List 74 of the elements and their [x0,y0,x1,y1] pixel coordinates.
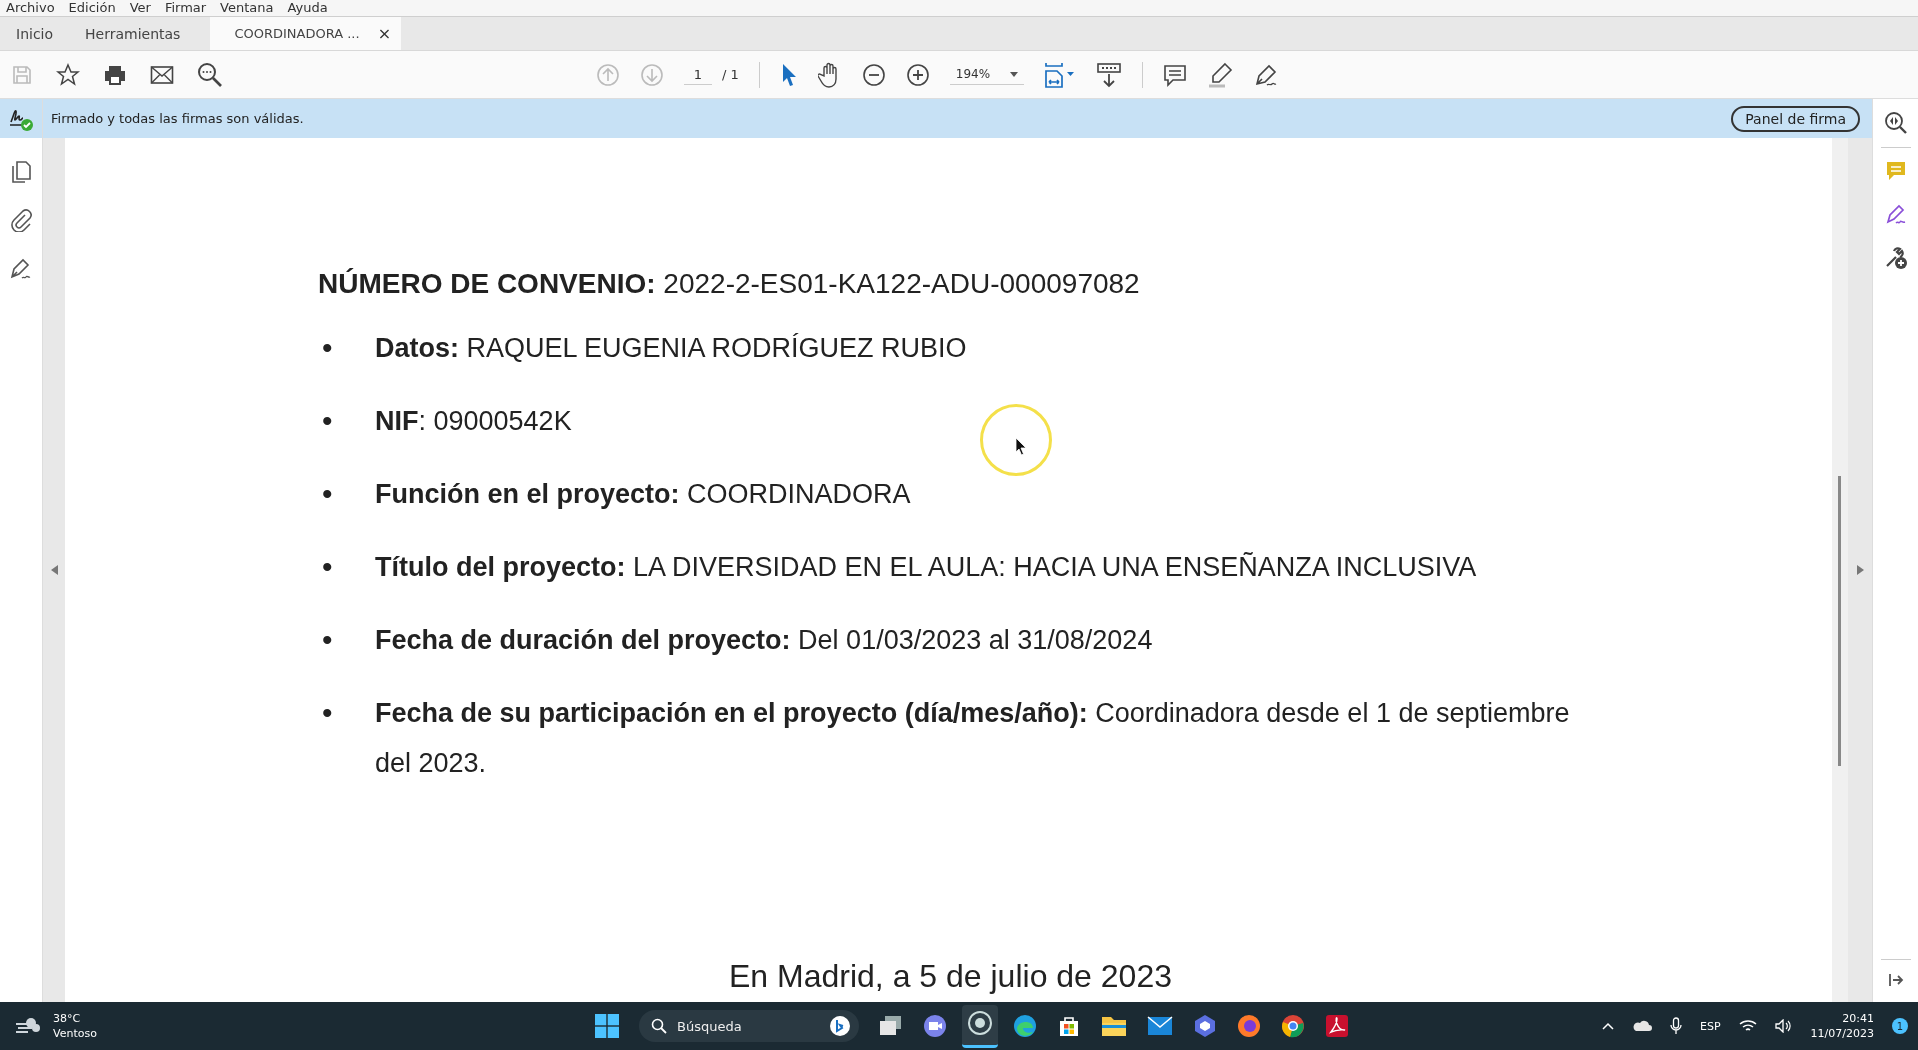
mail-icon[interactable] [1147,1016,1173,1036]
taskbar-search-field[interactable]: Búsqueda [639,1010,859,1042]
search-icon[interactable] [197,61,223,88]
signature-status: Firmado y todas las firmas son válidas. [51,111,304,126]
windows-start-icon[interactable] [595,1014,619,1038]
folder-icon[interactable] [1101,1015,1127,1037]
menu-item[interactable]: Archivo [6,0,55,16]
clock-time[interactable]: 20:41 [1842,1011,1874,1026]
page-total: / 1 [722,67,739,82]
video-chat-icon[interactable] [923,1014,947,1038]
temperature: 38°C [53,1011,82,1026]
zoom-out-icon[interactable] [861,62,886,87]
agreement-number: NÚMERO DE CONVENIO: 2022-2-ES01-KA122-ADU-000097082 [318,268,1141,300]
list-item-text: Fecha de su participación en el proyecto (día/mes/año): Coordinadora desde el 1 de septiembre del 2023. [375,697,1571,780]
pen-sign-icon[interactable] [9,256,33,280]
page-number-field[interactable]: 1 [684,64,712,85]
bullet: • [321,622,334,658]
collapse-right-icon[interactable] [1856,565,1864,575]
star-icon[interactable] [56,62,80,87]
highlighter-icon[interactable] [1206,61,1233,88]
bullet: • [321,330,334,366]
speaker-icon[interactable] [1774,1019,1793,1033]
microphone-icon[interactable] [1670,1017,1682,1035]
task-view-icon[interactable] [879,1015,903,1037]
scroll-mode-icon[interactable] [1095,61,1122,88]
scrollbar-thumb[interactable] [1838,476,1841,766]
tab[interactable]: Inicio [0,17,70,50]
list-item-text: Datos: RAQUEL EUGENIA RODRÍGUEZ RUBIO [375,332,967,365]
pages-icon[interactable] [10,160,32,184]
list-item-text: Título del proyecto: LA DIVERSIDAD EN EL AULA: HACIA UNA ENSEÑANZA INCLUSIVA [375,551,1477,584]
bullet: • [321,549,334,585]
bullet: • [321,695,334,731]
pdf-app-icon[interactable] [1325,1014,1349,1038]
notification-badge[interactable]: 1 [1892,1018,1908,1034]
zoom-dropdown[interactable]: 194% [949,64,1024,85]
signature-panel-button[interactable]: Panel de firma [1731,105,1860,132]
search-icon [651,1018,667,1034]
input-language[interactable]: ESP [1700,1019,1721,1033]
paperclip-icon[interactable] [10,208,32,232]
weather-condition: Ventoso [53,1026,97,1041]
list-item-text: Fecha de duración del proyecto: Del 01/03/2023 al 31/08/2024 [375,624,1153,657]
mail-icon[interactable] [150,64,174,85]
caret-icon[interactable] [1010,71,1019,77]
fit-page-icon[interactable] [1043,61,1076,88]
cursor-icon [1015,437,1027,455]
menu-item[interactable]: Ventana [220,0,274,16]
menu-item[interactable]: Ver [129,0,151,16]
close-icon[interactable]: × [377,24,392,43]
list-item-text: NIF: 09000542K [375,405,572,438]
bullet: • [321,403,334,439]
menu-item[interactable]: Ayuda [287,0,328,16]
zoom-in-icon[interactable] [905,62,930,87]
place-date-text: En Madrid, a 5 de julio de 2023 [728,958,1173,995]
chevron-up-icon[interactable] [1602,1022,1614,1030]
browser-icon[interactable] [1013,1014,1037,1038]
collapse-left-icon[interactable] [50,565,58,575]
store-icon[interactable] [1057,1014,1081,1038]
cloud-icon[interactable] [1632,1020,1652,1032]
tab[interactable]: Herramientas [69,17,197,50]
menu-item[interactable]: Firmar [164,0,207,16]
tab[interactable]: COORDINADORA ... × [210,17,402,50]
browser-icon[interactable] [1281,1014,1305,1038]
menu-item[interactable]: Edición [68,0,116,16]
comment-icon[interactable] [1162,62,1187,87]
bullet: • [321,476,334,512]
fox-browser-icon[interactable] [1237,1014,1261,1038]
record-app-icon[interactable] [967,1009,993,1036]
chat-assistant-icon[interactable] [829,1015,851,1037]
hexagon-app-icon[interactable] [1193,1014,1217,1038]
wifi-icon[interactable] [1738,1019,1757,1033]
expand-panel-icon[interactable] [1887,972,1904,988]
zoom-icon[interactable] [1883,111,1908,135]
list-item-text: Función en el proyecto: COORDINADORA [375,478,911,511]
clock-date[interactable]: 11/07/2023 [1810,1026,1874,1041]
